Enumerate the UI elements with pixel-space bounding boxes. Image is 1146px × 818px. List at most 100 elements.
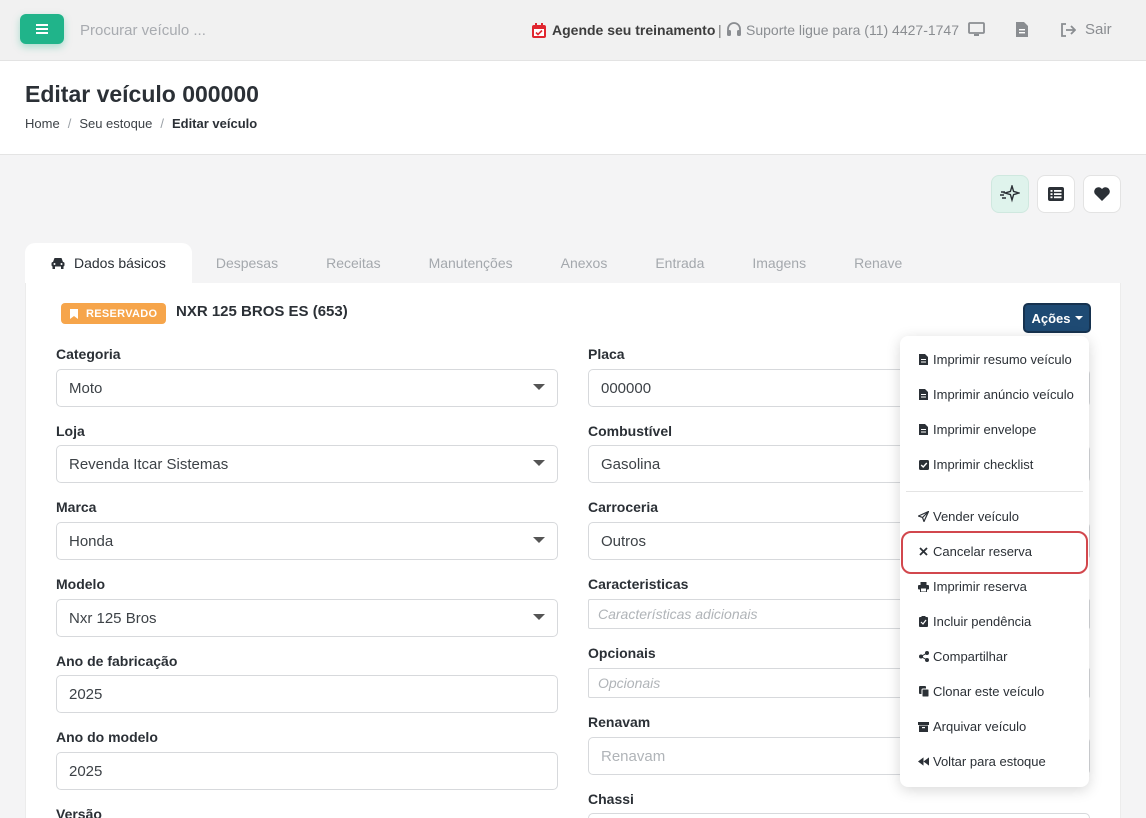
chevron-down-icon xyxy=(533,614,545,620)
logout-label: Sair xyxy=(1085,21,1112,38)
loja-select[interactable]: Revenda Itcar Sistemas xyxy=(56,445,558,483)
support-phone: Suporte ligue para (11) 4427-1747 xyxy=(726,22,959,38)
search-input[interactable]: Procurar veículo ... xyxy=(80,22,206,39)
modelo-label: Modelo xyxy=(56,576,105,592)
breadcrumb-separator: / xyxy=(67,116,72,131)
carroceria-label: Carroceria xyxy=(588,499,659,515)
status-badge-label: RESERVADO xyxy=(86,307,158,320)
tab-despesas[interactable]: Despesas xyxy=(192,243,302,283)
menu-item-archive-vehicle[interactable]: Arquivar veículo xyxy=(918,719,1026,734)
car-icon xyxy=(51,257,65,269)
breadcrumb-current: Editar veículo xyxy=(171,116,258,131)
ano-modelo-value: 2025 xyxy=(69,762,103,780)
chevron-down-icon xyxy=(533,460,545,466)
combustivel-label: Combustível xyxy=(588,423,673,439)
bookmark-icon xyxy=(70,308,78,319)
menu-item-sell-vehicle[interactable]: Vender veículo xyxy=(918,509,1019,524)
tab-dados-basicos[interactable]: Dados básicos xyxy=(25,243,192,283)
menu-item-label: Imprimir reserva xyxy=(933,579,1027,594)
menu-item-share[interactable]: Compartilhar xyxy=(918,649,1007,664)
file-icon[interactable] xyxy=(1016,22,1028,37)
tab-label: Dados básicos xyxy=(74,255,166,271)
loja-value: Revenda Itcar Sistemas xyxy=(69,455,229,473)
marca-value: Honda xyxy=(69,532,114,550)
tab-imagens[interactable]: Imagens xyxy=(728,243,830,283)
archive-icon xyxy=(918,721,929,732)
breadcrumb-separator: / xyxy=(160,116,164,131)
vehicle-name: NXR 125 BROS ES (653) xyxy=(176,303,348,320)
modelo-select[interactable]: Nxr 125 Bros xyxy=(56,599,558,637)
breadcrumb-stock[interactable]: Seu estoque xyxy=(79,116,152,131)
actions-dropdown-button[interactable]: Ações xyxy=(1023,303,1091,333)
tab-bar: Dados básicos Despesas Receitas Manutenç… xyxy=(25,243,926,283)
menu-item-label: Compartilhar xyxy=(933,649,1008,664)
top-bar: Procurar veículo ... Agende seu treiname… xyxy=(0,0,1146,61)
heart-icon xyxy=(1094,187,1110,201)
menu-item-label: Imprimir anúncio veículo xyxy=(933,387,1074,402)
favorite-button[interactable] xyxy=(1083,175,1121,213)
opcionais-placeholder: Opcionais xyxy=(598,675,661,691)
calendar-icon xyxy=(532,22,546,38)
sparkle-icon xyxy=(1000,185,1020,203)
placa-label: Placa xyxy=(588,346,625,362)
menu-item-back-to-stock[interactable]: Voltar para estoque xyxy=(918,754,1046,769)
menu-item-print-checklist[interactable]: Imprimir checklist xyxy=(918,457,1033,472)
tab-manutencoes[interactable]: Manutenções xyxy=(405,243,537,283)
categoria-select[interactable]: Moto xyxy=(56,369,558,407)
menu-icon xyxy=(36,24,48,34)
breadcrumb: Home / Seu estoque / Editar veículo xyxy=(25,116,257,131)
menu-item-label: Incluir pendência xyxy=(933,614,1032,629)
menu-item-print-envelope[interactable]: Imprimir envelope xyxy=(918,422,1036,437)
menu-item-label: Arquivar veículo xyxy=(933,719,1027,734)
tab-anexos[interactable]: Anexos xyxy=(537,243,632,283)
renavam-label: Renavam xyxy=(588,714,651,730)
page-title: Editar veículo 000000 xyxy=(25,81,259,107)
page-header: Editar veículo 000000 Home / Seu estoque… xyxy=(0,61,1146,155)
file-text-icon xyxy=(918,424,929,435)
actions-label: Ações xyxy=(1031,310,1071,326)
ano-modelo-input[interactable]: 2025 xyxy=(56,752,558,790)
ano-fabricacao-input[interactable]: 2025 xyxy=(56,675,558,713)
clipboard-check-icon xyxy=(918,616,929,627)
logout-icon xyxy=(1060,22,1076,37)
ano-fabricacao-value: 2025 xyxy=(69,685,103,703)
marca-select[interactable]: Honda xyxy=(56,522,558,560)
breadcrumb-home[interactable]: Home xyxy=(25,116,60,131)
loja-label: Loja xyxy=(56,423,85,439)
versao-label: Versão xyxy=(56,806,102,818)
status-badge: RESERVADO xyxy=(61,303,167,324)
caret-down-icon xyxy=(1074,316,1083,320)
monitor-icon[interactable] xyxy=(968,22,985,37)
ai-sparkle-button[interactable] xyxy=(991,175,1029,213)
menu-toggle-button[interactable] xyxy=(20,14,64,44)
chassi-label: Chassi xyxy=(588,791,634,807)
separator: | xyxy=(718,22,722,38)
menu-item-print-summary[interactable]: Imprimir resumo veículo xyxy=(918,352,1072,367)
caracteristicas-label: Caracteristicas xyxy=(588,576,689,592)
checkbox-icon xyxy=(918,459,929,470)
categoria-label: Categoria xyxy=(56,346,121,362)
menu-item-add-pending[interactable]: Incluir pendência xyxy=(918,614,1031,629)
marca-label: Marca xyxy=(56,499,97,515)
tab-renave[interactable]: Renave xyxy=(830,243,926,283)
share-icon xyxy=(918,651,929,662)
menu-item-clone-vehicle[interactable]: Clonar este veículo xyxy=(918,684,1044,699)
menu-item-print-reservation[interactable]: Imprimir reserva xyxy=(918,579,1027,594)
printer-icon xyxy=(918,581,929,592)
list-view-button[interactable] xyxy=(1037,175,1075,213)
ano-fabricacao-label: Ano de fabricação xyxy=(56,653,178,669)
menu-item-print-ad[interactable]: Imprimir anúncio veículo xyxy=(918,387,1074,402)
menu-item-label: Imprimir resumo veículo xyxy=(933,352,1072,367)
menu-item-label: Clonar este veículo xyxy=(933,684,1045,699)
schedule-training-link[interactable]: Agende seu treinamento xyxy=(532,22,715,38)
opcionais-label: Opcionais xyxy=(588,645,656,661)
chassi-input[interactable] xyxy=(588,813,1090,818)
tab-receitas[interactable]: Receitas xyxy=(302,243,404,283)
menu-item-label: Voltar para estoque xyxy=(933,754,1046,769)
support-label: Suporte ligue para (11) 4427-1747 xyxy=(746,22,960,38)
renavam-placeholder: Renavam xyxy=(601,747,666,765)
tab-entrada[interactable]: Entrada xyxy=(631,243,728,283)
chevron-down-icon xyxy=(533,384,545,390)
logout-button[interactable]: Sair xyxy=(1060,21,1112,38)
menu-item-label: Imprimir checklist xyxy=(933,457,1034,472)
